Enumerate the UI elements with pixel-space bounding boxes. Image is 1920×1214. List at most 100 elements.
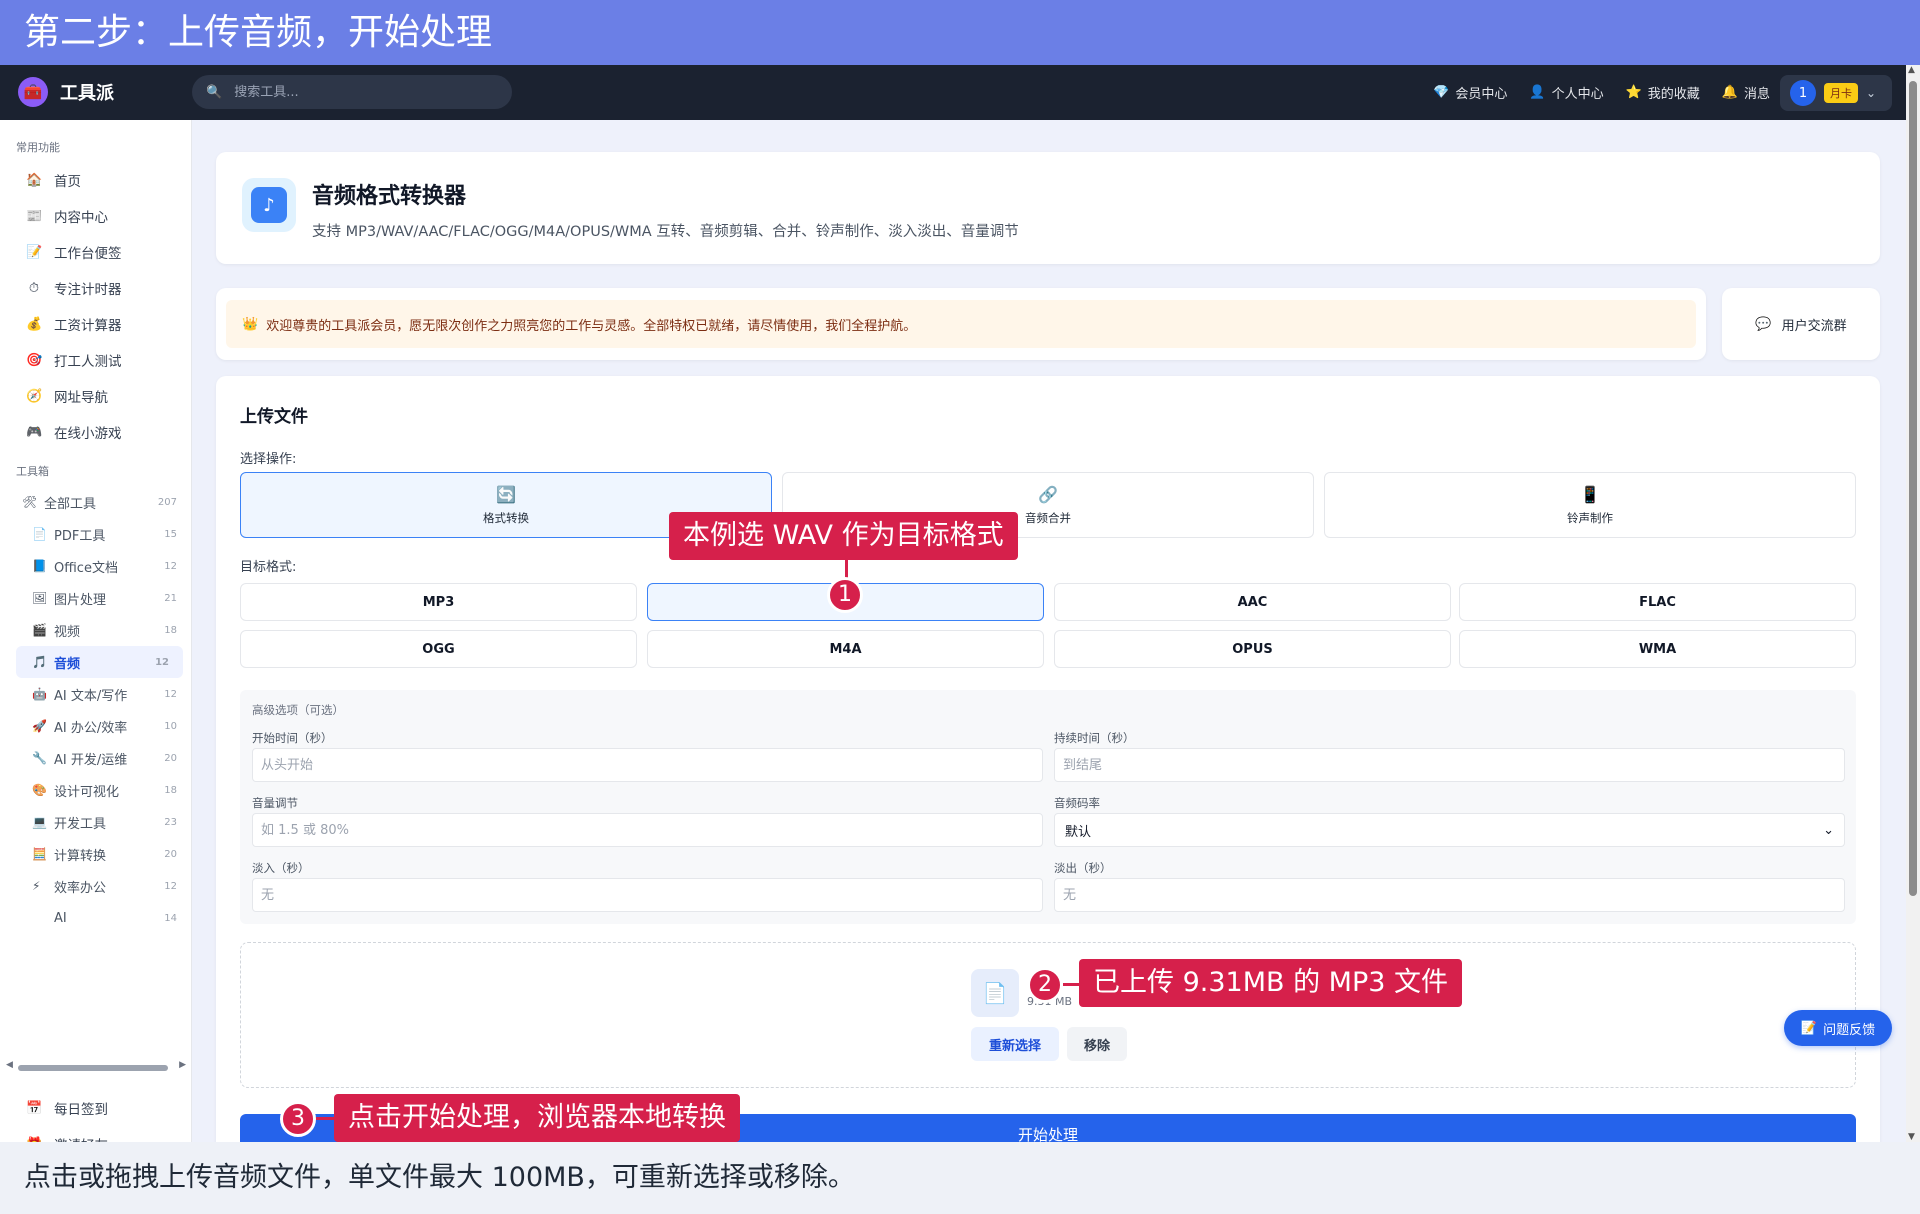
user-group-button[interactable]: 💬 用户交流群	[1722, 288, 1880, 360]
format-opus[interactable]: OPUS	[1054, 630, 1451, 668]
page-vertical-scrollbar[interactable]: ▲ ▼	[1906, 65, 1920, 1142]
feedback-label: 问题反馈	[1823, 1022, 1876, 1038]
sidebar: 常用功能 🏠 首页 📰 内容中心 📝 工作台便签 ⏱ 专注计时器 💰 工资计算器 🎯 打工人测试 🧭 网址…	[0, 120, 192, 1142]
sidebar-item[interactable]: 🏠 首页	[0, 162, 191, 198]
sidebar-item[interactable]: 📰 内容中心	[0, 198, 191, 234]
format-flac[interactable]: FLAC	[1459, 583, 1856, 621]
sidebar-item-icon: 🎯	[26, 352, 43, 368]
sidebar-item-count: 12	[155, 656, 169, 668]
search-input[interactable]	[232, 83, 483, 101]
feedback-button[interactable]: 📝 问题反馈	[1784, 1010, 1892, 1046]
sidebar-item-icon: 🏠	[26, 172, 43, 188]
sidebar-item[interactable]: ⏱ 专注计时器	[0, 270, 191, 306]
sidebar-item-label: 全部工具	[44, 496, 97, 512]
sidebar-horizontal-scrollbar[interactable]: ◀ ▶	[6, 1060, 186, 1072]
sidebar-item[interactable]: 🧭 网址导航	[0, 378, 191, 414]
nav-vip-center[interactable]: 💎 会员中心	[1433, 83, 1507, 102]
fade-out-label: 淡出（秒）	[1054, 861, 1112, 875]
start-time-label: 开始时间（秒）	[252, 731, 333, 745]
fade-in-input[interactable]	[252, 878, 1043, 912]
scrollbar-thumb[interactable]	[18, 1065, 168, 1071]
duration-input[interactable]	[1054, 748, 1845, 782]
op-ringtone[interactable]: 📱 铃声制作	[1324, 472, 1856, 538]
bitrate-value: 默认	[1065, 824, 1092, 840]
sidebar-item[interactable]: 🤖 AI 文本/写作 12	[0, 678, 191, 710]
start-time-input[interactable]	[252, 748, 1043, 782]
sidebar-item[interactable]: 🎁邀请好友	[0, 1126, 192, 1143]
sidebar-item[interactable]: 📝 工作台便签	[0, 234, 191, 270]
bitrate-select[interactable]: 默认 ⌄	[1054, 813, 1845, 847]
sidebar-item[interactable]: 📄 PDF工具 15	[0, 518, 191, 550]
sidebar-item-icon: 📰	[26, 208, 43, 224]
sidebar-item[interactable]: 🖼 图片处理 21	[0, 582, 191, 614]
crown-icon: 👑	[242, 316, 259, 332]
format-mp3[interactable]: MP3	[240, 583, 637, 621]
sidebar-item-label: 效率办公	[54, 880, 107, 896]
sidebar-item-all-tools[interactable]: 🛠 全部工具 207	[0, 486, 191, 518]
chevron-down-icon: ⌄	[1823, 822, 1834, 838]
fade-out-input[interactable]	[1054, 878, 1845, 912]
sidebar-item[interactable]: 📘 Office文档 12	[0, 550, 191, 582]
sidebar-item-icon: 📄	[32, 527, 47, 541]
avatar: 1	[1790, 80, 1816, 106]
nav-favorites[interactable]: ⭐ 我的收藏	[1626, 83, 1700, 102]
sidebar-item-icon: 🤖	[32, 687, 47, 701]
scrollbar-thumb[interactable]	[1909, 81, 1917, 896]
welcome-banner: 👑 欢迎尊贵的工具派会员，愿无限次创作之力照亮您的工作与灵感。全部特权已就绪，请…	[226, 300, 1696, 348]
sidebar-item-label: 视频	[54, 624, 81, 640]
user-group-label: 用户交流群	[1781, 318, 1847, 334]
remove-button[interactable]: 移除	[1067, 1027, 1127, 1061]
sidebar-item-count: 18	[164, 784, 177, 796]
app-window: 🧰 工具派 🔍 💎 会员中心 👤 个人中心 ⭐ 我的收藏 🔔 消息 1 月卡 ⌄ 常用功…	[0, 65, 1920, 1142]
sidebar-item[interactable]: 🎨 设计可视化 18	[0, 774, 191, 806]
sidebar-section-common: 常用功能	[16, 141, 60, 154]
sidebar-item-icon: 🔧	[32, 751, 47, 765]
step-banner: 第二步：上传音频，开始处理	[0, 0, 1920, 65]
reselect-button[interactable]: 重新选择	[971, 1027, 1059, 1061]
file-dropzone[interactable]: 📄 9.31 MB 重新选择 移除	[240, 942, 1856, 1088]
op-label: 铃声制作	[1567, 510, 1613, 525]
brand[interactable]: 🧰 工具派	[18, 77, 114, 107]
volume-input[interactable]	[252, 813, 1043, 847]
sidebar-item-label: 设计可视化	[54, 784, 120, 800]
sidebar-item[interactable]: 🧮 计算转换 20	[0, 838, 191, 870]
sidebar-item[interactable]: 🎬 视频 18	[0, 614, 191, 646]
sidebar-item[interactable]: ⚡ 效率办公 12	[0, 870, 191, 902]
sidebar-item-icon: 💰	[26, 316, 43, 332]
format-ogg[interactable]: OGG	[240, 630, 637, 668]
scroll-up-icon[interactable]: ▲	[1908, 65, 1915, 75]
star-icon: ⭐	[1625, 85, 1642, 100]
sidebar-item[interactable]: 🔧 AI 开发/运维 20	[0, 742, 191, 774]
nav-profile[interactable]: 👤 个人中心	[1529, 83, 1603, 102]
format-m4a[interactable]: M4A	[647, 630, 1044, 668]
tools-icon: 🛠	[22, 495, 38, 509]
scroll-left-icon[interactable]: ◀	[6, 1060, 13, 1070]
sidebar-item-label: AI 文本/写作	[54, 688, 128, 704]
sidebar-item-label: 开发工具	[54, 816, 107, 832]
sidebar-item[interactable]: 💰 工资计算器	[0, 306, 191, 342]
sidebar-item[interactable]: 💻 开发工具 23	[0, 806, 191, 838]
sidebar-item[interactable]: 🎯 打工人测试	[0, 342, 191, 378]
sidebar-item[interactable]: 🚀 AI 办公/效率 10	[0, 710, 191, 742]
sidebar-item-label: 专注计时器	[54, 282, 122, 298]
tool-header-card: ♪ 音频格式转换器 支持 MP3/WAV/AAC/FLAC/OGG/M4A/OP…	[216, 152, 1880, 264]
sidebar-item-label: PDF工具	[54, 528, 106, 544]
nav-messages[interactable]: 🔔 消息	[1722, 83, 1770, 102]
scroll-down-icon[interactable]: ▼	[1908, 1132, 1915, 1142]
user-menu[interactable]: 1 月卡 ⌄	[1780, 75, 1892, 111]
file-icon: 📄	[971, 969, 1019, 1017]
format-aac[interactable]: AAC	[1054, 583, 1451, 621]
sidebar-item[interactable]: 🎵 音频 12	[16, 646, 183, 678]
sidebar-item[interactable]: 📅 每日签到	[0, 1090, 192, 1126]
sidebar-item-icon: 🎵	[32, 655, 47, 669]
format-wma[interactable]: WMA	[1459, 630, 1856, 668]
sidebar-item[interactable]: AI 14	[0, 902, 191, 934]
sidebar-item[interactable]: 🎮 在线小游戏	[0, 414, 191, 450]
convert-icon: 🔄	[496, 484, 516, 504]
scroll-right-icon[interactable]: ▶	[179, 1060, 186, 1070]
search-icon: 🔍	[206, 84, 223, 100]
sidebar-item-count: 15	[164, 528, 177, 540]
search-box[interactable]: 🔍	[192, 75, 512, 109]
annotation-callout-1: 本例选 WAV 作为目标格式	[669, 512, 1018, 560]
sidebar-item-label: AI 办公/效率	[54, 720, 128, 736]
